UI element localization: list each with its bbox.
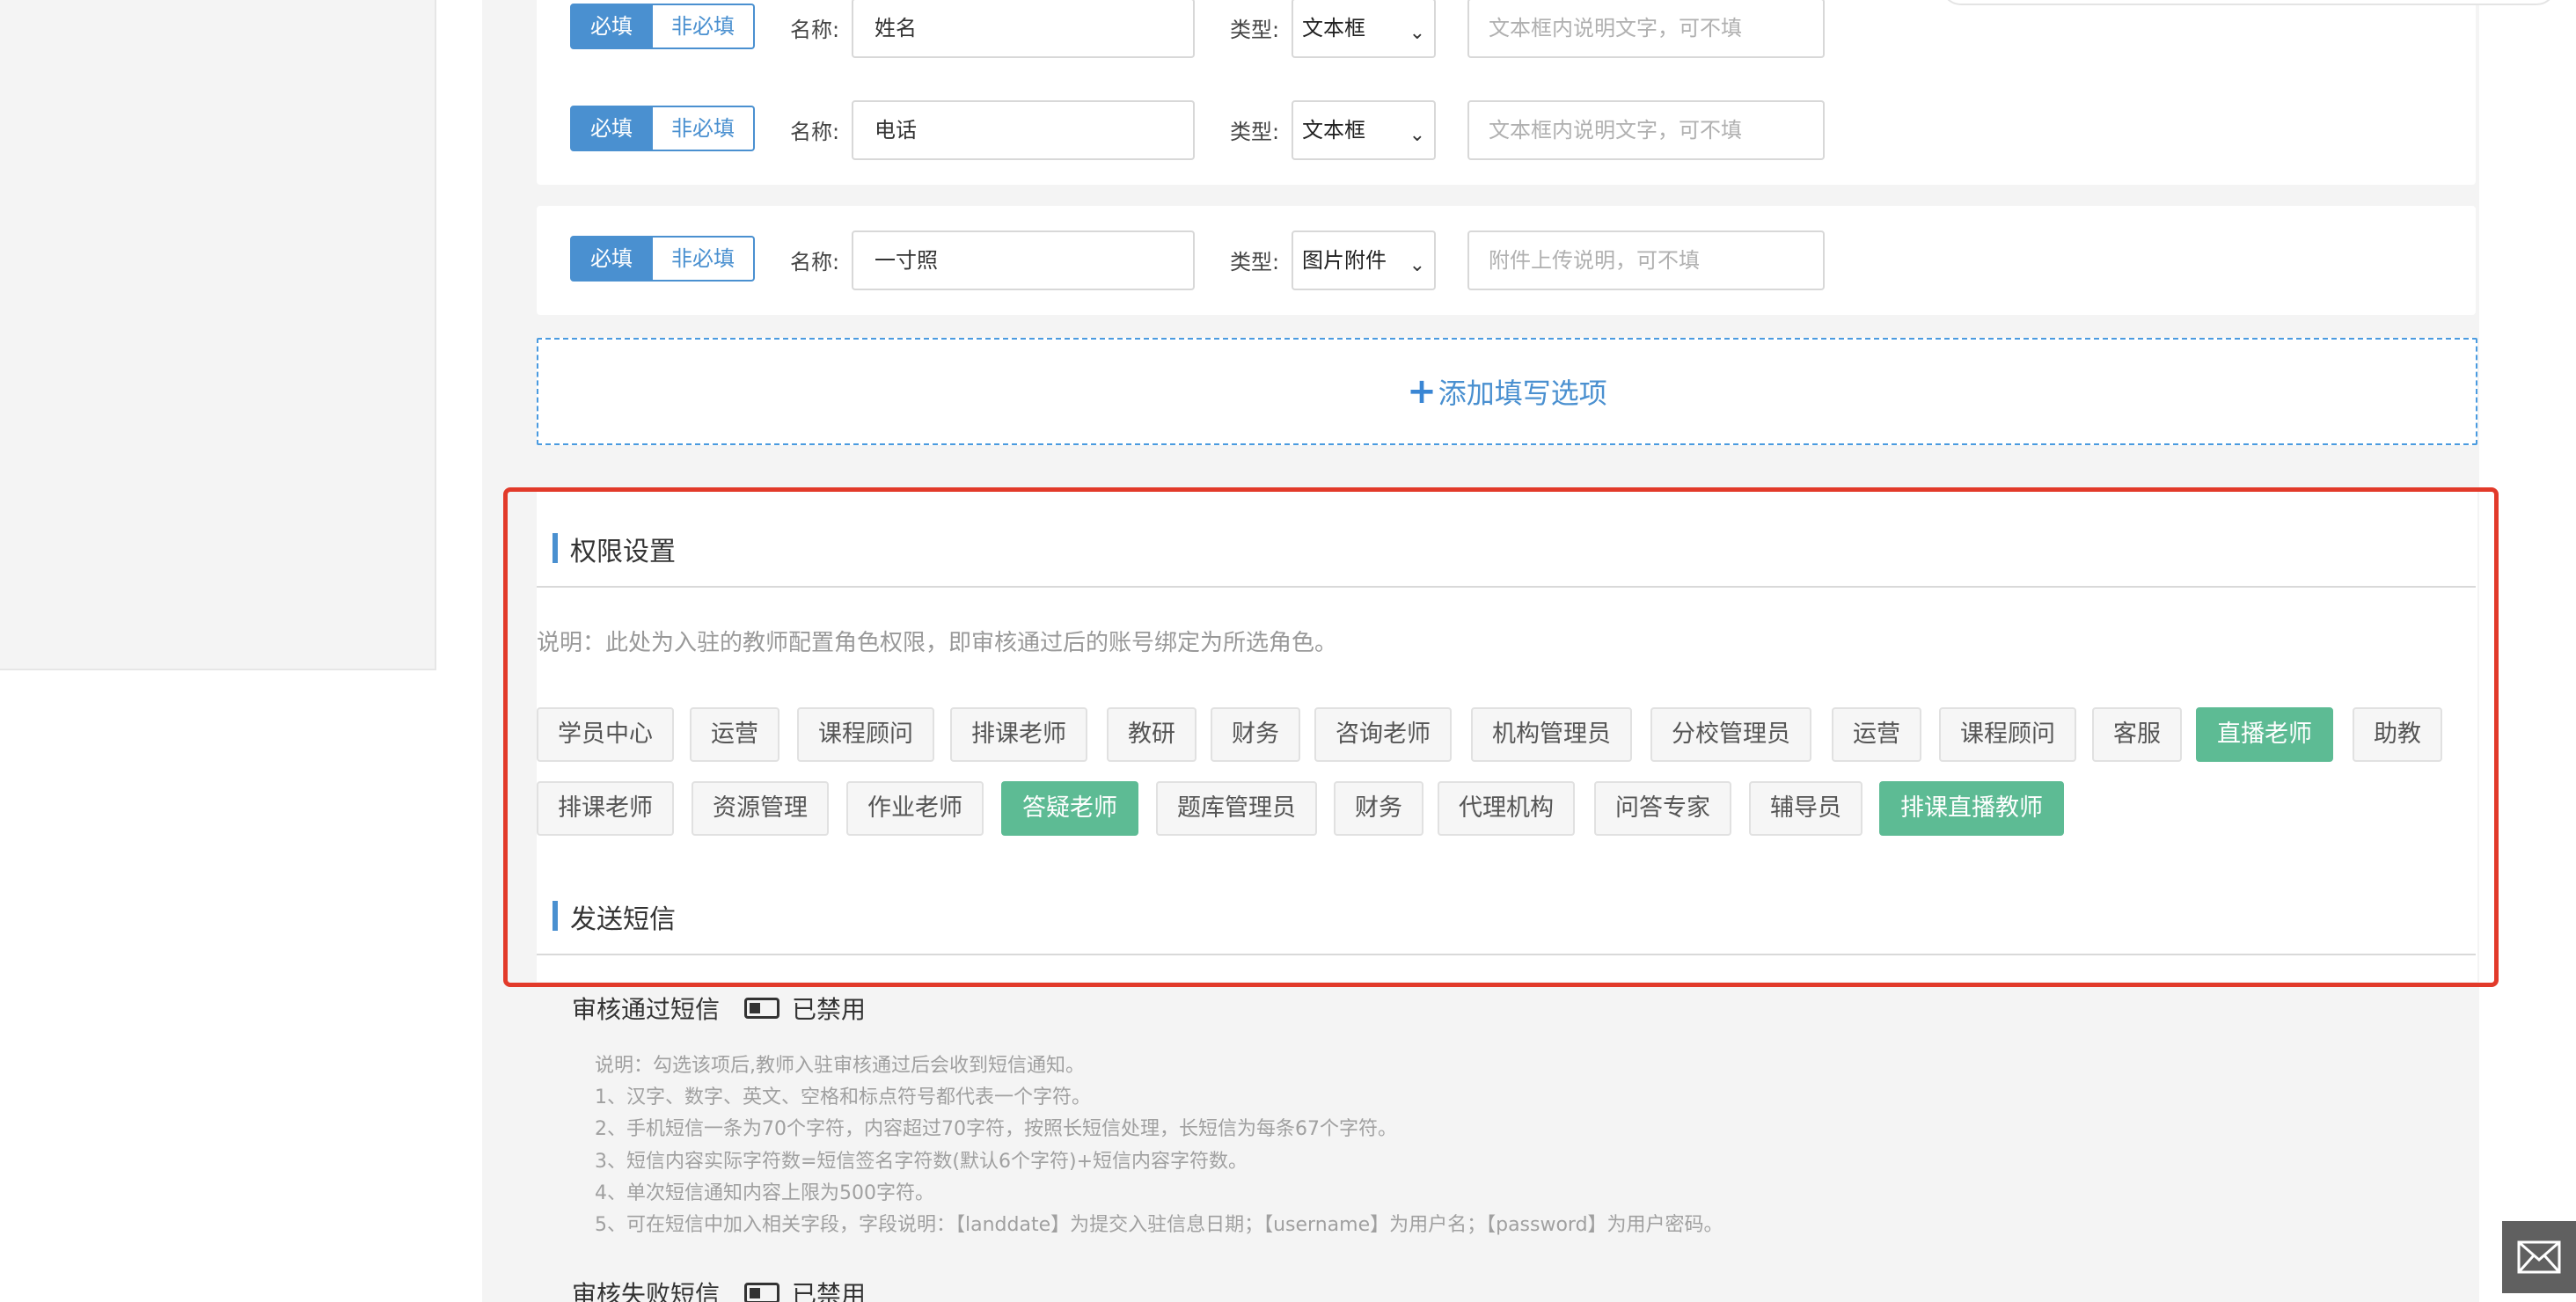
role-tag[interactable]: 助教 xyxy=(2353,707,2442,762)
permissions-section: 权限设置 说明：此处为入驻的教师配置角色权限，即审核通过后的账号绑定为所选角色。… xyxy=(537,489,2477,982)
reject-sms-label: 审核失败短信 xyxy=(572,1280,721,1302)
required-button[interactable]: 必填 xyxy=(570,4,653,49)
form-field-row: 必填 非必填 名称: 姓名 类型: 文本框 ⌄ 文本框内说明文字，可不填 xyxy=(537,0,2476,83)
permissions-title: 权限设置 xyxy=(553,530,676,568)
chevron-down-icon: ⌄ xyxy=(1409,22,1425,44)
reject-sms-toggle[interactable] xyxy=(744,1283,780,1302)
optional-button[interactable]: 非必填 xyxy=(653,106,755,151)
approve-sms-toggle[interactable] xyxy=(744,998,780,1019)
hint-field[interactable]: 文本框内说明文字，可不填 xyxy=(1467,0,1825,58)
role-tag[interactable]: 财务 xyxy=(1211,707,1300,762)
role-tag[interactable]: 教研 xyxy=(1107,707,1197,762)
role-tag-selected[interactable]: 直播老师 xyxy=(2196,707,2333,762)
sms-note: 2、手机短信一条为70个字符，内容超过70字符，按照长短信处理，长短信为每条67… xyxy=(595,1118,1397,1141)
sms-title: 发送短信 xyxy=(553,897,676,936)
sms-note: 1、汉字、数字、英文、空格和标点符号都代表一个字符。 xyxy=(595,1086,1091,1109)
mail-button[interactable] xyxy=(2502,1221,2576,1293)
role-tag[interactable]: 题库管理员 xyxy=(1156,781,1317,836)
role-tag[interactable]: 课程顾问 xyxy=(1939,707,2076,762)
approve-sms-row: 审核通过短信 已禁用 xyxy=(572,991,866,1026)
type-label: 类型: xyxy=(1230,120,1280,144)
mail-icon xyxy=(2517,1240,2561,1274)
role-tag[interactable]: 机构管理员 xyxy=(1471,707,1632,762)
form-field-row: 必填 非必填 名称: 一寸照 类型: 图片附件 ⌄ 附件上传说明，可不填 xyxy=(537,206,2476,315)
required-button[interactable]: 必填 xyxy=(570,106,653,151)
required-toggle-group: 必填 非必填 xyxy=(570,236,755,282)
name-label: 名称: xyxy=(790,120,840,144)
type-select-value: 文本框 xyxy=(1302,16,1365,40)
name-field[interactable]: 一寸照 xyxy=(852,230,1195,290)
name-field[interactable]: 姓名 xyxy=(852,0,1195,58)
type-select-value: 图片附件 xyxy=(1302,248,1387,273)
sms-note: 4、单次短信通知内容上限为500字符。 xyxy=(595,1181,934,1204)
optional-button[interactable]: 非必填 xyxy=(653,4,755,49)
role-tag[interactable]: 课程顾问 xyxy=(797,707,934,762)
required-button[interactable]: 必填 xyxy=(570,236,653,282)
role-tag[interactable]: 咨询老师 xyxy=(1314,707,1452,762)
type-select-value: 文本框 xyxy=(1302,118,1365,143)
reject-sms-row: 审核失败短信 已禁用 xyxy=(572,1276,866,1302)
role-tag[interactable]: 运营 xyxy=(690,707,779,762)
required-toggle-group: 必填 非必填 xyxy=(570,106,755,151)
reject-sms-status: 已禁用 xyxy=(792,1280,867,1302)
chevron-down-icon: ⌄ xyxy=(1409,124,1425,146)
add-option-label: 添加填写选项 xyxy=(1438,377,1607,410)
hint-field[interactable]: 附件上传说明，可不填 xyxy=(1467,230,1825,290)
role-tag-selected[interactable]: 答疑老师 xyxy=(1001,781,1138,836)
sms-note: 说明：勾选该项后,教师入驻审核通过后会收到短信通知。 xyxy=(595,1055,1085,1077)
plus-icon: + xyxy=(1407,371,1437,412)
name-field[interactable]: 电话 xyxy=(852,100,1195,160)
sms-note: 5、可在短信中加入相关字段，字段说明：【landdate】为提交入驻信息日期；【… xyxy=(595,1214,1723,1237)
role-tag[interactable]: 辅导员 xyxy=(1749,781,1862,836)
type-label: 类型: xyxy=(1230,250,1280,274)
role-tag[interactable]: 资源管理 xyxy=(692,781,829,836)
role-tag[interactable]: 客服 xyxy=(2092,707,2182,762)
role-tag[interactable]: 作业老师 xyxy=(846,781,984,836)
form-field-row: 必填 非必填 名称: 电话 类型: 文本框 ⌄ 文本框内说明文字，可不填 xyxy=(537,76,2476,185)
name-label: 名称: xyxy=(790,18,840,42)
role-tag[interactable]: 问答专家 xyxy=(1594,781,1731,836)
role-tag[interactable]: 分校管理员 xyxy=(1650,707,1811,762)
left-panel xyxy=(0,0,436,670)
add-option-button[interactable]: +添加填写选项 xyxy=(537,338,2477,445)
approve-sms-status: 已禁用 xyxy=(792,995,867,1024)
optional-button[interactable]: 非必填 xyxy=(653,236,755,282)
divider xyxy=(537,954,2476,955)
permissions-description: 说明：此处为入驻的教师配置角色权限，即审核通过后的账号绑定为所选角色。 xyxy=(537,630,1338,656)
divider xyxy=(537,586,2476,588)
role-tag[interactable]: 运营 xyxy=(1832,707,1921,762)
type-select[interactable]: 图片附件 ⌄ xyxy=(1292,230,1436,290)
approve-sms-label: 审核通过短信 xyxy=(572,995,721,1024)
required-toggle-group: 必填 非必填 xyxy=(570,4,755,49)
chevron-down-icon: ⌄ xyxy=(1409,254,1425,276)
role-tag[interactable]: 代理机构 xyxy=(1438,781,1575,836)
hint-field[interactable]: 文本框内说明文字，可不填 xyxy=(1467,100,1825,160)
floating-popup xyxy=(1941,0,2557,5)
type-label: 类型: xyxy=(1230,18,1280,42)
type-select[interactable]: 文本框 ⌄ xyxy=(1292,100,1436,160)
role-tag[interactable]: 学员中心 xyxy=(537,707,674,762)
role-tag[interactable]: 排课老师 xyxy=(537,781,674,836)
sms-note: 3、短信内容实际字符数=短信签名字符数(默认6个字符)+短信内容字符数。 xyxy=(595,1150,1248,1173)
type-select[interactable]: 文本框 ⌄ xyxy=(1292,0,1436,58)
sms-notes: 说明：勾选该项后,教师入驻审核通过后会收到短信通知。 1、汉字、数字、英文、空格… xyxy=(595,1050,1723,1241)
role-tag-selected[interactable]: 排课直播教师 xyxy=(1879,781,2064,836)
role-tag[interactable]: 财务 xyxy=(1334,781,1423,836)
name-label: 名称: xyxy=(790,250,840,274)
role-tag[interactable]: 排课老师 xyxy=(950,707,1087,762)
